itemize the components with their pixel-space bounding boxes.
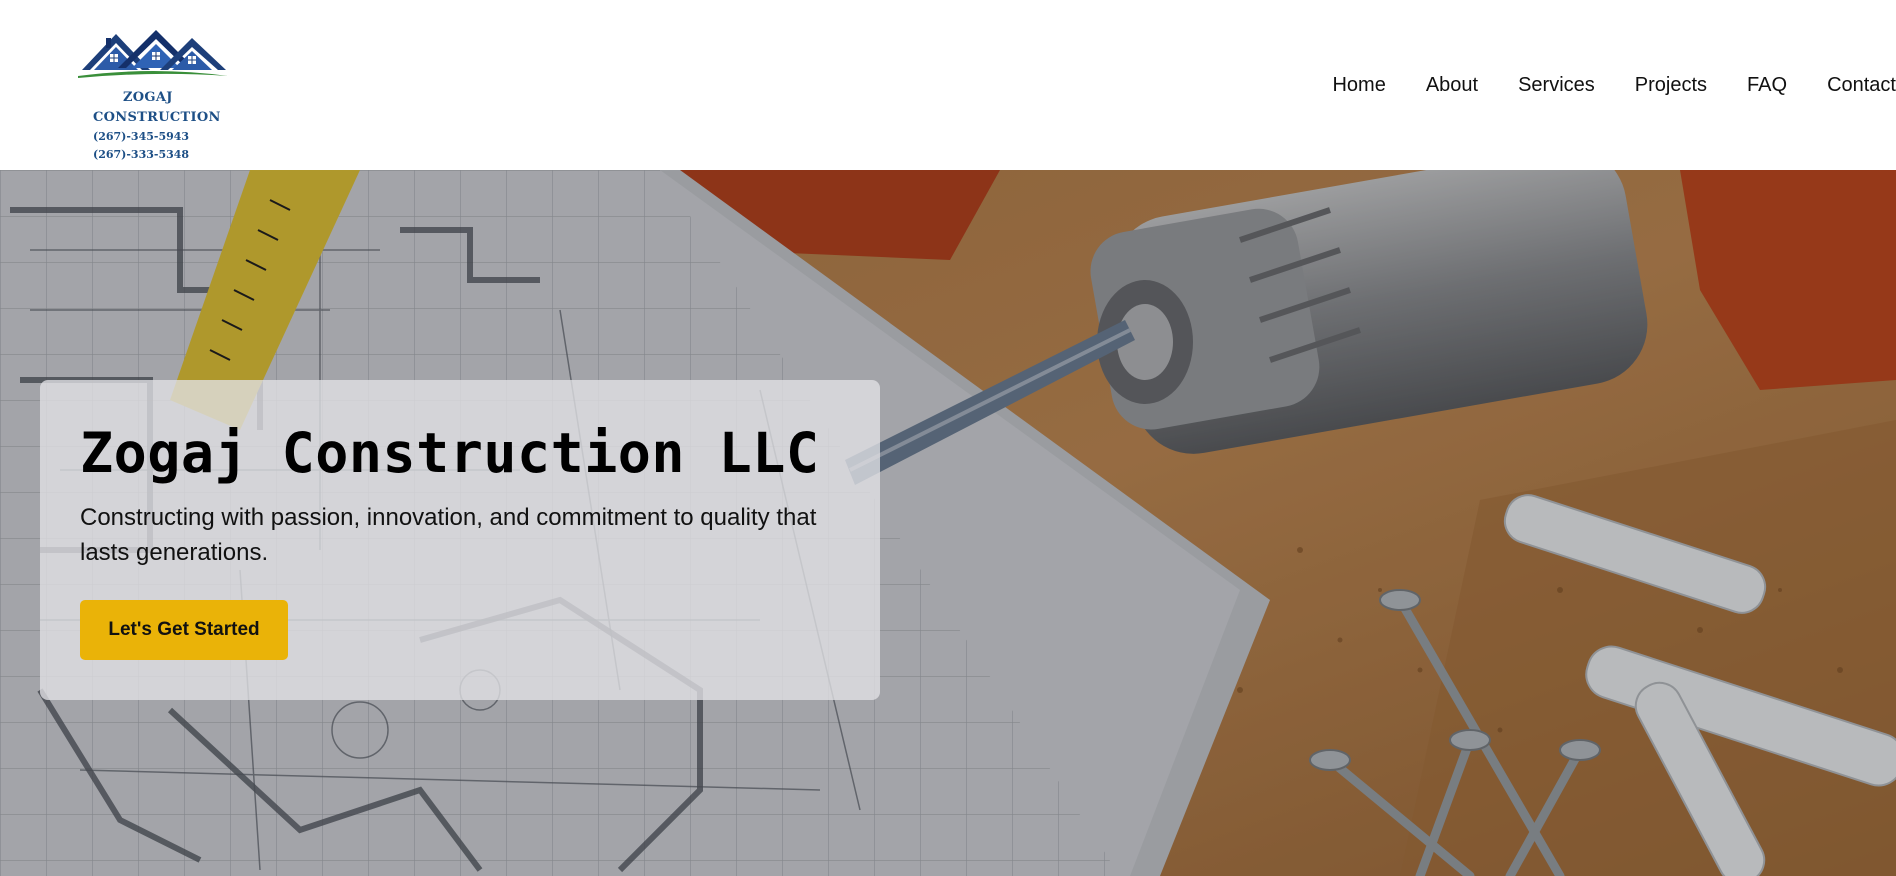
- company-logo[interactable]: ZOGAJ CONSTRUCTION (267)-345-5943 (267)-…: [76, 26, 236, 166]
- nav-link-services[interactable]: Services: [1518, 70, 1595, 100]
- logo-text: ZOGAJ CONSTRUCTION (267)-345-5943 (267)-…: [93, 88, 221, 164]
- nav-link-home[interactable]: Home: [1332, 70, 1385, 100]
- hero-subtitle: Constructing with passion, innovation, a…: [80, 504, 817, 566]
- site-header: ZOGAJ CONSTRUCTION (267)-345-5943 (267)-…: [0, 0, 1896, 170]
- main-nav: Home About Services Projects FAQ Contact: [1292, 70, 1896, 100]
- nav-link-faq[interactable]: FAQ: [1747, 70, 1787, 100]
- logo-name-line1: ZOGAJ: [123, 90, 173, 105]
- nav-link-contact[interactable]: Contact: [1827, 70, 1896, 100]
- house-roofs-logo-icon: [78, 30, 228, 78]
- hero-title: Zogaj Construction LLC: [80, 421, 820, 485]
- get-started-button[interactable]: Let's Get Started: [80, 600, 288, 660]
- logo-name-line2: CONSTRUCTION: [93, 110, 221, 125]
- nav-link-projects[interactable]: Projects: [1635, 70, 1707, 100]
- logo-phone-1: (267)-345-5943: [93, 130, 190, 143]
- nav-link-about[interactable]: About: [1426, 70, 1478, 100]
- logo-phone-2: (267)-333-5348: [93, 148, 190, 161]
- hero-section: Zogaj Construction LLC Constructing with…: [0, 170, 1896, 876]
- hero-card: Zogaj Construction LLC Constructing with…: [40, 380, 880, 700]
